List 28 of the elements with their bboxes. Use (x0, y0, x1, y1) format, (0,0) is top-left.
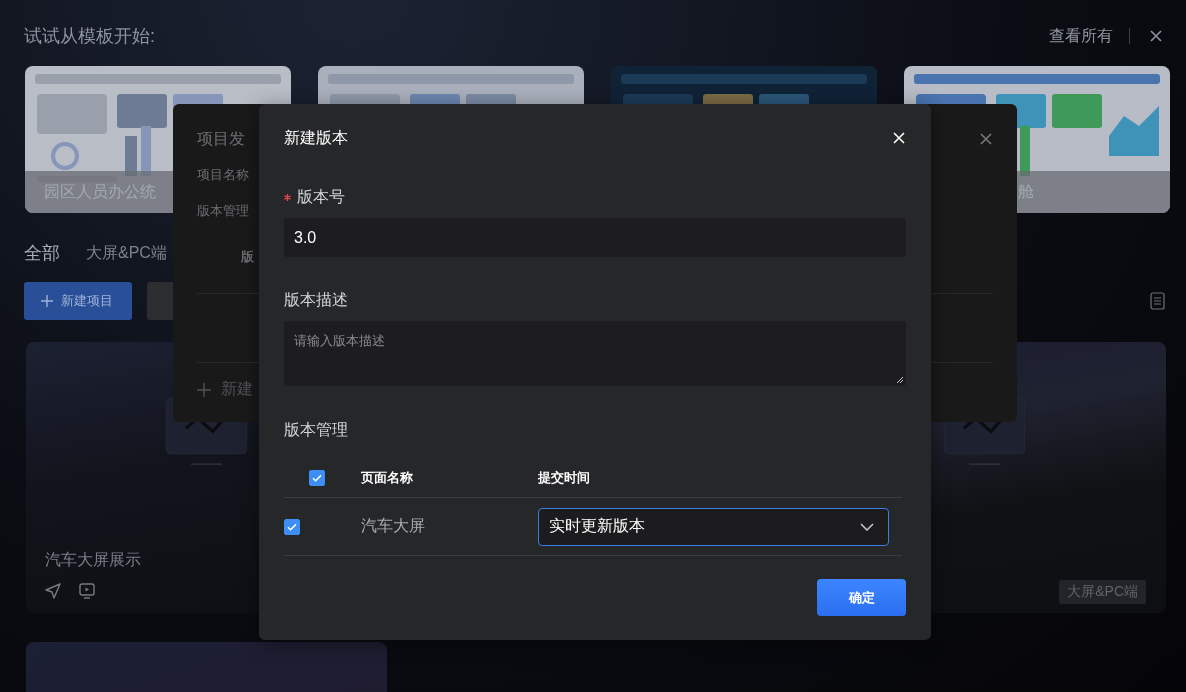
list-view-icon[interactable] (1150, 292, 1166, 310)
project-title: 汽车大屏展示 (45, 550, 141, 570)
plus-icon (41, 295, 53, 307)
confirm-button[interactable]: 确定 (817, 579, 906, 616)
view-all-link[interactable]: 查看所有 (1049, 25, 1113, 47)
checkbox[interactable] (284, 518, 300, 535)
section-label: 版本管理 (197, 202, 250, 220)
category-tab[interactable]: 大屏&PC端 (86, 242, 167, 264)
field-label: 版本号 (297, 186, 345, 207)
resize-handle-icon[interactable] (896, 376, 904, 384)
section-label: 版本管理 (284, 419, 348, 440)
project-tag: 大屏&PC端 (1059, 580, 1146, 604)
checkbox[interactable] (309, 469, 325, 486)
new-project-button[interactable]: 新建项目 (24, 282, 132, 320)
category-tab[interactable]: 全部 (24, 241, 60, 265)
version-input[interactable]: 3.0 (284, 218, 906, 257)
field-label: 项目名称 (197, 166, 250, 184)
description-textarea[interactable]: 请输入版本描述 (284, 321, 906, 386)
monitor-play-icon[interactable] (79, 583, 95, 599)
dialog-title: 项目发 (197, 128, 245, 149)
close-icon[interactable] (1150, 30, 1162, 42)
column-header: 提交时间 (538, 468, 590, 487)
send-icon[interactable] (45, 583, 61, 599)
section-title: 试试从模板开始: (24, 25, 156, 48)
dialog-title: 新建版本 (284, 127, 348, 148)
submit-time-select[interactable]: 实时更新版本 (538, 507, 889, 546)
plus-icon (197, 382, 211, 397)
chevron-down-icon (860, 522, 874, 531)
